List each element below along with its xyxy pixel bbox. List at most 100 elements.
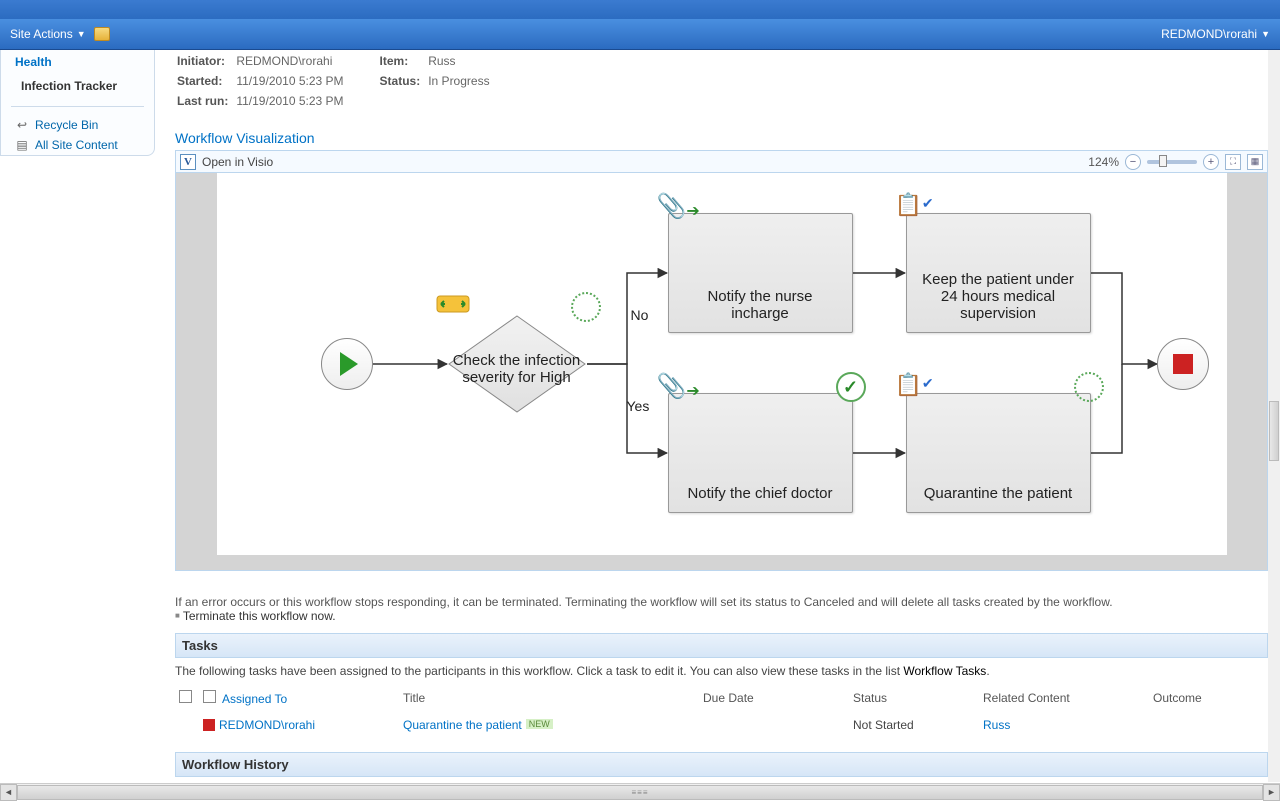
visualization-paper: Check the infection severity for High No… [217, 173, 1227, 555]
main-content: Initiator: REDMOND\rorahi Item: Russ Sta… [175, 50, 1268, 782]
row-status: Not Started [849, 712, 979, 738]
scrollbar-track[interactable]: ≡≡≡ [17, 785, 1263, 800]
decision-check-severity[interactable]: Check the infection severity for High [447, 314, 587, 414]
scroll-left-button[interactable]: ◄ [0, 784, 17, 801]
chevron-down-icon: ▼ [1261, 29, 1270, 39]
view-options-button[interactable]: ▦ [1247, 154, 1263, 170]
visio-icon: V [180, 154, 196, 170]
scroll-right-button[interactable]: ► [1263, 784, 1280, 801]
new-badge: NEW [526, 719, 553, 729]
task-notify-nurse-label: Notify the nurse incharge [679, 288, 842, 322]
terminate-note-text: If an error occurs or this workflow stop… [175, 595, 1268, 609]
column-checkbox[interactable] [203, 690, 216, 703]
site-actions-menu[interactable]: Site Actions ▼ [10, 27, 86, 41]
table-row[interactable]: REDMOND\rorahi Quarantine the patient NEW… [175, 712, 1268, 738]
table-header-row: Assigned To Title Due Date Status Relate… [175, 684, 1268, 712]
site-actions-label: Site Actions [10, 27, 73, 41]
col-title: Title [399, 684, 699, 712]
clipboard-check-icon: 📋✔ [895, 192, 934, 218]
status-indicator-icon [203, 719, 215, 731]
horizontal-scrollbar[interactable]: ◄ ≡≡≡ ► [0, 783, 1280, 800]
row-title[interactable]: Quarantine the patient [403, 718, 522, 732]
tasks-note-text: The following tasks have been assigned t… [175, 664, 903, 678]
workflow-history-header: Workflow History [175, 752, 1268, 777]
zoom-slider-thumb[interactable] [1159, 155, 1167, 167]
tasks-header: Tasks [175, 633, 1268, 658]
meta-item-label: Item: [380, 52, 427, 70]
workflow-tasks-link[interactable]: Workflow Tasks [903, 664, 986, 678]
navigate-up-icon[interactable] [94, 27, 110, 41]
ribbon-bar: Site Actions ▼ REDMOND\rorahi ▼ [0, 19, 1280, 49]
task-notify-chief[interactable]: 📎➔ ✓ Notify the chief doctor [668, 393, 853, 513]
select-all-checkbox[interactable] [179, 690, 192, 703]
send-mail-icon: 📎➔ [657, 372, 700, 401]
stop-icon [1173, 354, 1193, 374]
bullet-icon: ■ [175, 611, 180, 620]
row-assigned[interactable]: REDMOND\rorahi [219, 718, 315, 732]
meta-lastrun-value: 11/19/2010 5:23 PM [236, 92, 377, 110]
nav-all-site-content[interactable]: ▤ All Site Content [1, 135, 154, 155]
workflow-start[interactable] [321, 338, 373, 390]
decision-label: Check the infection severity for High [447, 352, 587, 386]
task-notify-chief-label: Notify the chief doctor [687, 485, 832, 502]
meta-status-label: Status: [380, 72, 427, 90]
meta-status-value: In Progress [428, 72, 523, 90]
meta-lastrun-label: Last run: [177, 92, 234, 110]
row-outcome [1149, 712, 1268, 738]
parallel-icon [435, 292, 471, 316]
meta-initiator-label: Initiator: [177, 52, 234, 70]
workflow-end[interactable] [1157, 338, 1209, 390]
zoom-level: 124% [1088, 155, 1119, 169]
visualization-canvas[interactable]: Check the infection severity for High No… [176, 173, 1267, 570]
clipboard-check-icon: 📋✔ [895, 372, 934, 398]
terminate-note: If an error occurs or this workflow stop… [175, 595, 1268, 623]
recycle-icon: ↩ [15, 118, 29, 132]
user-label: REDMOND\rorahi [1161, 27, 1257, 41]
zoom-out-button[interactable]: − [1125, 154, 1141, 170]
play-icon [340, 352, 358, 376]
col-outcome: Outcome [1149, 684, 1268, 712]
scrollbar-thumb[interactable] [1269, 401, 1279, 461]
task-keep-patient[interactable]: 📋✔ Keep the patient under 24 hours medic… [906, 213, 1091, 333]
ribbon: Site Actions ▼ REDMOND\rorahi ▼ [0, 0, 1280, 50]
task-notify-nurse[interactable]: 📎➔ Notify the nurse incharge [668, 213, 853, 333]
task-keep-patient-label: Keep the patient under 24 hours medical … [917, 271, 1080, 322]
meta-initiator-value: REDMOND\rorahi [236, 52, 377, 70]
nav-all-content-label: All Site Content [35, 138, 118, 152]
row-due-date [699, 712, 849, 738]
left-nav: Health Infection Tracker ↩ Recycle Bin ▤… [0, 50, 155, 156]
nav-recycle-bin[interactable]: ↩ Recycle Bin [1, 115, 154, 135]
meta-item-value: Russ [428, 52, 523, 70]
edge-yes-label: Yes [627, 398, 650, 414]
user-menu[interactable]: REDMOND\rorahi ▼ [1161, 27, 1270, 41]
document-icon: ▤ [15, 138, 29, 152]
chevron-down-icon: ▼ [77, 29, 86, 39]
nav-infection-tracker[interactable]: Infection Tracker [1, 74, 154, 98]
row-related[interactable]: Russ [983, 718, 1010, 732]
tasks-note: The following tasks have been assigned t… [175, 664, 1268, 678]
divider [11, 106, 144, 107]
visualization-frame: V Open in Visio 124% − + ⛶ ▦ [175, 150, 1268, 571]
terminate-link[interactable]: Terminate this workflow now. [183, 609, 336, 623]
vertical-scrollbar[interactable] [1268, 50, 1280, 782]
meta-started-value: 11/19/2010 5:23 PM [236, 72, 377, 90]
col-related: Related Content [979, 684, 1149, 712]
send-mail-icon: 📎➔ [657, 192, 700, 221]
fit-page-button[interactable]: ⛶ [1225, 154, 1241, 170]
edge-no-label: No [631, 307, 649, 323]
zoom-in-button[interactable]: + [1203, 154, 1219, 170]
workflow-meta: Initiator: REDMOND\rorahi Item: Russ Sta… [175, 50, 526, 112]
completed-icon: ✓ [836, 372, 866, 402]
task-quarantine[interactable]: 📋✔ Quarantine the patient [906, 393, 1091, 513]
zoom-slider[interactable] [1147, 160, 1197, 164]
nav-health[interactable]: Health [1, 50, 154, 74]
scrollbar-thumb[interactable]: ≡≡≡ [17, 785, 1263, 800]
task-quarantine-label: Quarantine the patient [924, 485, 1072, 502]
meta-started-label: Started: [177, 72, 234, 90]
nav-recycle-label: Recycle Bin [35, 118, 98, 132]
in-progress-icon [1074, 372, 1104, 402]
col-assigned[interactable]: Assigned To [222, 692, 287, 706]
workflow-visualization-title: Workflow Visualization [175, 130, 1268, 146]
tasks-table: Assigned To Title Due Date Status Relate… [175, 684, 1268, 738]
open-in-visio-link[interactable]: Open in Visio [202, 155, 273, 169]
